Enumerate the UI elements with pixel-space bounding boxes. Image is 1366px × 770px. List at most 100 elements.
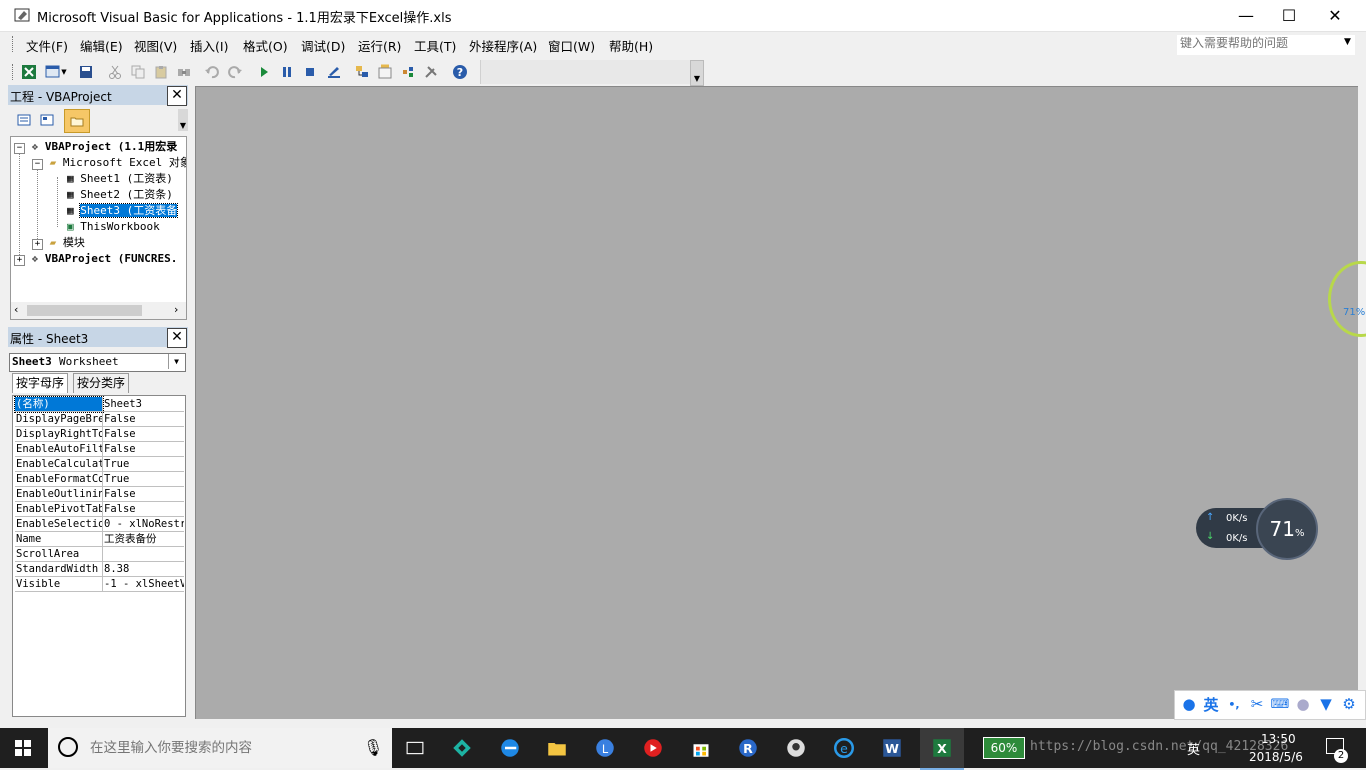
expand-icon[interactable]: +: [14, 255, 25, 266]
property-row[interactable]: StandardWidth 8.38: [13, 562, 185, 577]
ime-skin-icon[interactable]: ▼: [1317, 695, 1335, 713]
menu-tools[interactable]: 工具(T): [414, 36, 456, 55]
media-player-icon[interactable]: [638, 734, 668, 762]
view-object-icon[interactable]: [37, 110, 57, 130]
ime-punctuation-icon[interactable]: •,: [1225, 695, 1243, 713]
property-value[interactable]: False: [103, 427, 184, 442]
find-icon[interactable]: [174, 62, 194, 82]
menu-debug[interactable]: 调试(D): [301, 36, 345, 55]
tree-item-vbaproject-1[interactable]: − ❖ VBAProject (1.1用宏录: [14, 139, 177, 154]
close-button[interactable]: ✕: [1312, 0, 1358, 31]
code-workspace[interactable]: [195, 86, 1359, 719]
paste-icon[interactable]: [151, 62, 171, 82]
taskbar-app-icon[interactable]: [447, 734, 477, 762]
property-value[interactable]: False: [103, 412, 184, 427]
store-icon[interactable]: [686, 734, 716, 762]
help-question-box[interactable]: ▼: [1176, 34, 1356, 56]
object-browser-icon[interactable]: [398, 62, 418, 82]
help-icon[interactable]: ?: [450, 62, 470, 82]
menu-format[interactable]: 格式(O): [243, 36, 288, 55]
property-row[interactable]: EnablePivotTab False: [13, 502, 185, 517]
taskbar-search-box[interactable]: 🎙: [48, 728, 392, 768]
menu-addins[interactable]: 外接程序(A): [469, 36, 537, 55]
copy-icon[interactable]: [128, 62, 148, 82]
property-value[interactable]: -1 - xlSheetV: [103, 577, 184, 592]
property-row[interactable]: EnableOutlinin False: [13, 487, 185, 502]
taskbar-ime-indicator[interactable]: 英: [1187, 739, 1200, 758]
vba-app-icon[interactable]: [14, 6, 32, 24]
insert-userform-icon[interactable]: ▼: [42, 62, 70, 82]
menu-view[interactable]: 视图(V): [134, 36, 177, 55]
help-dropdown-icon[interactable]: ▼: [1344, 37, 1351, 47]
property-value[interactable]: True: [103, 472, 184, 487]
ie-browser-icon[interactable]: e: [829, 734, 859, 762]
qq-icon[interactable]: [781, 734, 811, 762]
project-toolbar-scroll[interactable]: ▼: [178, 109, 188, 131]
scroll-left-icon[interactable]: ‹: [14, 303, 18, 316]
property-value[interactable]: False: [103, 487, 184, 502]
menu-file[interactable]: 文件(F): [26, 36, 68, 55]
word-icon[interactable]: W: [877, 734, 907, 762]
tree-item-vbaproject-funcres[interactable]: + ❖ VBAProject (FUNCRES.: [14, 251, 177, 266]
scroll-right-icon[interactable]: ›: [174, 303, 178, 316]
ime-keyboard-icon[interactable]: ⌨: [1271, 695, 1290, 713]
property-value[interactable]: 8.38: [103, 562, 184, 577]
battery-indicator[interactable]: 60%: [983, 737, 1025, 759]
collapse-icon[interactable]: −: [32, 159, 43, 170]
toolbox-icon[interactable]: [421, 62, 441, 82]
properties-panel-close-button[interactable]: ✕: [167, 328, 187, 348]
toolbar-options-button[interactable]: ▼: [690, 60, 704, 86]
clock-date[interactable]: 2018/5/6: [1249, 750, 1303, 764]
menu-insert[interactable]: 插入(I): [190, 36, 228, 55]
redo-icon[interactable]: [225, 62, 245, 82]
property-row[interactable]: Visible -1 - xlSheetV: [13, 577, 185, 592]
property-value[interactable]: 工资表备份: [103, 532, 184, 547]
run-icon[interactable]: [254, 62, 274, 82]
undo-icon[interactable]: [202, 62, 222, 82]
toggle-folders-icon[interactable]: [64, 109, 90, 133]
minimize-button[interactable]: —: [1223, 0, 1269, 31]
tree-item-sheet2[interactable]: ▦ Sheet2 (工资条): [67, 187, 173, 202]
reset-icon[interactable]: [300, 62, 320, 82]
collapse-icon[interactable]: −: [14, 143, 25, 154]
project-horizontal-scrollbar[interactable]: ‹ ›: [10, 302, 187, 320]
property-value[interactable]: False: [103, 502, 184, 517]
clock-time[interactable]: 13:50: [1261, 732, 1296, 746]
tree-item-sheet3[interactable]: ▦ Sheet3 (工资表备: [67, 203, 179, 218]
tree-item-sheet1[interactable]: ▦ Sheet1 (工资表): [67, 171, 173, 186]
windows-start-icon[interactable]: [8, 734, 38, 762]
scroll-thumb[interactable]: [27, 305, 142, 316]
excel-icon[interactable]: [19, 62, 39, 82]
toolbar-grip[interactable]: [12, 64, 13, 80]
ime-settings-icon[interactable]: ⚙: [1340, 695, 1358, 713]
expand-icon[interactable]: +: [32, 239, 43, 250]
menu-help[interactable]: 帮助(H): [609, 36, 653, 55]
property-row[interactable]: EnableCalculat True: [13, 457, 185, 472]
property-row[interactable]: EnableSelectio 0 - xlNoRestr: [13, 517, 185, 532]
tab-alphabetic[interactable]: 按字母序: [12, 373, 69, 393]
property-row[interactable]: (名称) Sheet3: [13, 396, 185, 413]
clock-app-icon[interactable]: L: [590, 734, 620, 762]
property-value[interactable]: 0 - xlNoRestr: [103, 517, 184, 532]
menu-run[interactable]: 运行(R): [358, 36, 401, 55]
project-panel-close-button[interactable]: ✕: [167, 86, 187, 106]
property-row[interactable]: DisplayRightTo False: [13, 427, 185, 442]
maximize-button[interactable]: ☐: [1266, 0, 1312, 31]
project-explorer-icon[interactable]: [352, 62, 372, 82]
tree-item-modules[interactable]: + ▰ 模块: [32, 235, 85, 250]
cut-icon[interactable]: [105, 62, 125, 82]
tab-categorized[interactable]: 按分类序: [73, 373, 130, 393]
tree-item-thisworkbook[interactable]: ▣ ThisWorkbook: [67, 219, 160, 234]
ime-scissors-icon[interactable]: ✂: [1248, 695, 1266, 713]
edge-browser-icon[interactable]: [495, 734, 525, 762]
menu-grip[interactable]: [12, 36, 16, 52]
property-row[interactable]: ScrollArea: [13, 547, 185, 562]
property-value[interactable]: [103, 547, 184, 562]
ime-language-toggle[interactable]: 英: [1202, 695, 1220, 714]
object-selector-combo[interactable]: Sheet3 Worksheet ▼: [9, 353, 186, 372]
help-question-input[interactable]: [1177, 35, 1341, 51]
view-code-icon[interactable]: [14, 110, 34, 130]
property-value[interactable]: False: [103, 442, 184, 457]
properties-icon[interactable]: [375, 62, 395, 82]
menu-edit[interactable]: 编辑(E): [80, 36, 123, 55]
